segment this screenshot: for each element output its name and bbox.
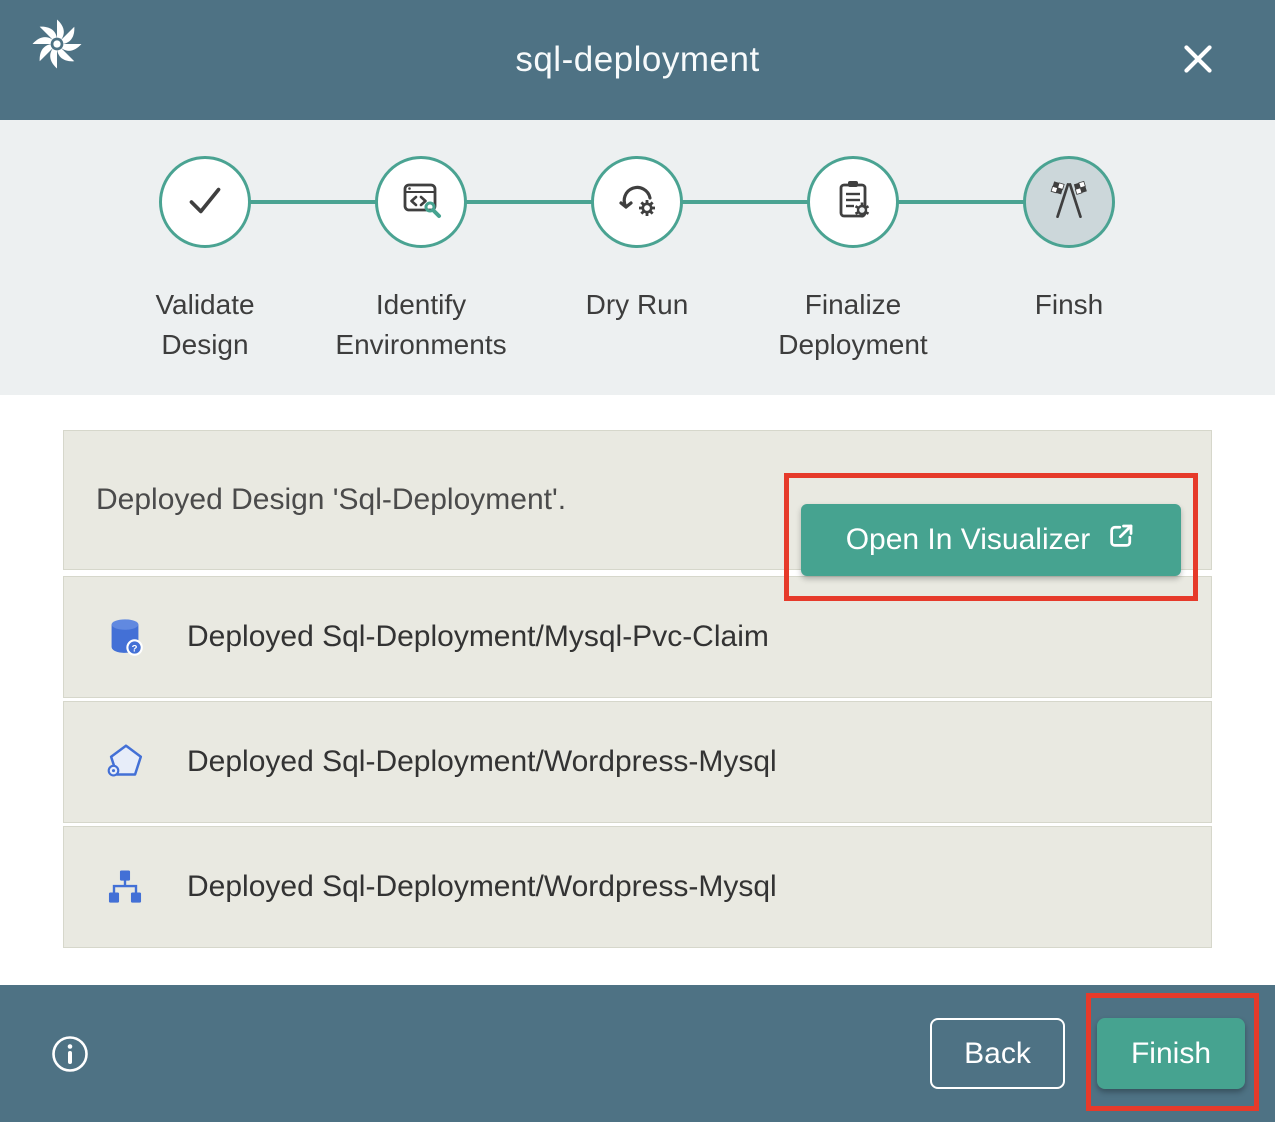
open-in-visualizer-button[interactable]: Open In Visualizer [801, 504, 1181, 576]
close-icon[interactable] [1175, 36, 1221, 82]
checkered-flags-icon [1044, 175, 1094, 230]
step-label-identify-environments: Identify Environments [326, 285, 516, 365]
workload-hierarchy-icon [101, 863, 149, 911]
svg-text:?: ? [132, 643, 138, 654]
finish-button[interactable]: Finish [1097, 1018, 1245, 1089]
step-label-dry-run: Dry Run [542, 285, 732, 325]
deployed-item-row: Deployed Sql-Deployment/Wordpress-Mysql [63, 826, 1212, 948]
deploy-message: Deployed Design 'Sql-Deployment'. [96, 431, 566, 569]
database-icon: ? [101, 613, 149, 661]
modal-title: sql-deployment [0, 0, 1275, 120]
step-dry-run[interactable] [591, 156, 683, 248]
deployment-stepper: Validate Design Identify Environments Dr… [0, 120, 1275, 395]
deployed-item-text: Deployed Sql-Deployment/Wordpress-Mysql [187, 870, 777, 904]
clipboard-gear-icon [829, 176, 877, 229]
deployed-item-row: Deployed Sql-Deployment/Wordpress-Mysql [63, 701, 1212, 823]
refresh-gear-icon [613, 176, 661, 229]
step-label-validate-design: Validate Design [110, 285, 300, 365]
step-finalize-deployment[interactable] [807, 156, 899, 248]
code-window-wrench-icon [397, 176, 445, 229]
step-identify-environments[interactable] [375, 156, 467, 248]
check-icon [180, 175, 230, 230]
application-pentagon-icon [101, 738, 149, 786]
step-validate-design[interactable] [159, 156, 251, 248]
modal-footer: Back Finish [0, 985, 1275, 1122]
modal-header: sql-deployment [0, 0, 1275, 120]
open-in-visualizer-label: Open In Visualizer [846, 523, 1091, 557]
meshery-logo-icon [28, 15, 86, 73]
deployed-item-text: Deployed Sql-Deployment/Wordpress-Mysql [187, 745, 777, 779]
deployment-results: Deployed Design 'Sql-Deployment'. Open I… [0, 395, 1275, 985]
step-label-finish: Finsh [974, 285, 1164, 325]
back-button[interactable]: Back [930, 1018, 1065, 1089]
deployment-modal: sql-deployment [0, 0, 1275, 1122]
step-label-finalize-deployment: Finalize Deployment [758, 285, 948, 365]
deployed-item-text: Deployed Sql-Deployment/Mysql-Pvc-Claim [187, 620, 769, 654]
external-link-icon [1106, 521, 1136, 559]
deploy-message-row: Deployed Design 'Sql-Deployment'. Open I… [63, 430, 1212, 570]
step-finish[interactable] [1023, 156, 1115, 248]
info-icon[interactable] [50, 1034, 90, 1074]
